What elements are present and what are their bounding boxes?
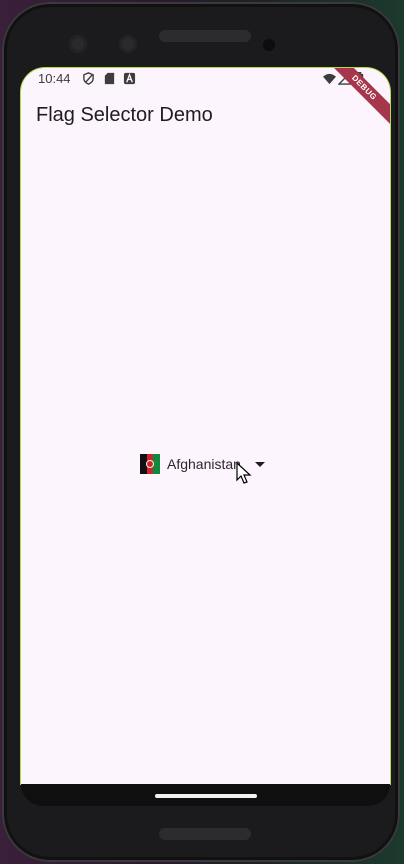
sd-card-icon: [104, 72, 115, 85]
status-bar: 10:44 DEBUG: [21, 68, 390, 129]
bottom-speaker: [159, 828, 251, 840]
front-sensor: [119, 35, 137, 53]
shield-icon: [83, 72, 94, 85]
proximity-sensor: [263, 39, 275, 51]
font-a-icon: [123, 72, 136, 85]
afghanistan-flag-icon: [140, 454, 160, 474]
mouse-cursor-icon: [236, 462, 252, 484]
phone-frame: 10:44 DEBUG Flag Selector Demo Afghanist…: [2, 2, 400, 862]
top-speaker: [159, 30, 251, 42]
navigation-bar: [21, 784, 390, 806]
home-gesture-handle[interactable]: [155, 794, 257, 798]
front-camera: [69, 35, 87, 53]
page-title: Flag Selector Demo: [36, 104, 213, 126]
status-time: 10:44: [38, 71, 71, 86]
app-screen: 10:44 DEBUG Flag Selector Demo Afghanist…: [21, 68, 390, 784]
arrow-drop-down-icon[interactable]: [254, 459, 265, 469]
wifi-icon: [323, 73, 336, 85]
selected-country-label: Afghanistan: [167, 456, 241, 472]
